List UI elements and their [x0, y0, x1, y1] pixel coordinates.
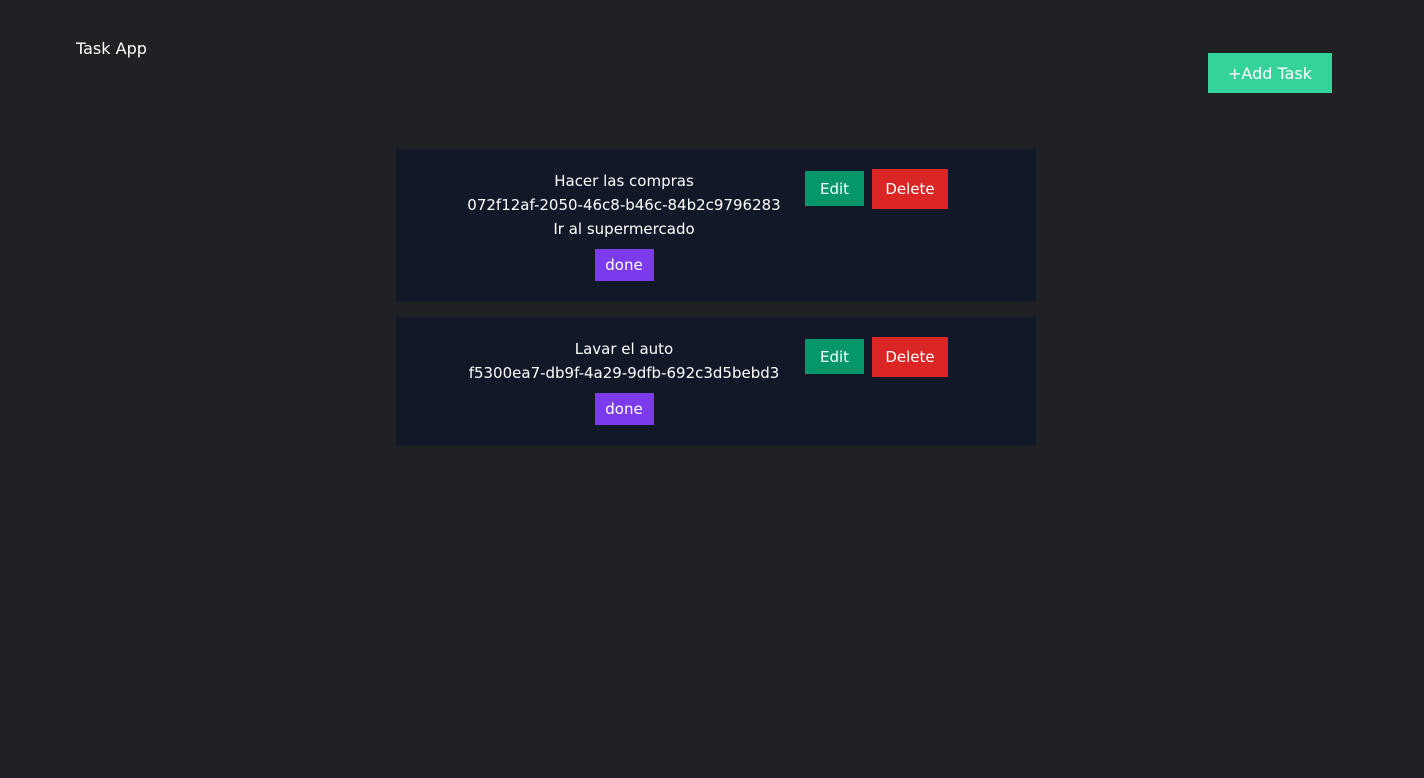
task-body: Hacer las compras 072f12af-2050-46c8-b46… [467, 169, 781, 281]
task-card: Lavar el auto f5300ea7-db9f-4a29-9dfb-69… [396, 317, 1036, 445]
edit-button[interactable]: Edit [805, 171, 864, 206]
task-description: Ir al supermercado [553, 220, 695, 238]
delete-button[interactable]: Delete [872, 169, 948, 209]
app-title: Task App [76, 39, 147, 58]
done-button[interactable]: done [594, 249, 654, 281]
delete-button[interactable]: Delete [872, 337, 948, 377]
task-body: Lavar el auto f5300ea7-db9f-4a29-9dfb-69… [469, 337, 779, 425]
task-actions: Edit Delete [805, 337, 948, 377]
task-title: Lavar el auto [574, 340, 674, 358]
done-button[interactable]: done [594, 393, 654, 425]
edit-button[interactable]: Edit [805, 339, 864, 374]
task-id: 072f12af-2050-46c8-b46c-84b2c9796283 [467, 196, 781, 214]
add-task-button[interactable]: +Add Task [1208, 53, 1332, 93]
task-card: Hacer las compras 072f12af-2050-46c8-b46… [396, 149, 1036, 301]
task-actions: Edit Delete [805, 169, 948, 209]
task-id: f5300ea7-db9f-4a29-9dfb-692c3d5bebd3 [468, 364, 780, 382]
task-title: Hacer las compras [554, 172, 694, 190]
